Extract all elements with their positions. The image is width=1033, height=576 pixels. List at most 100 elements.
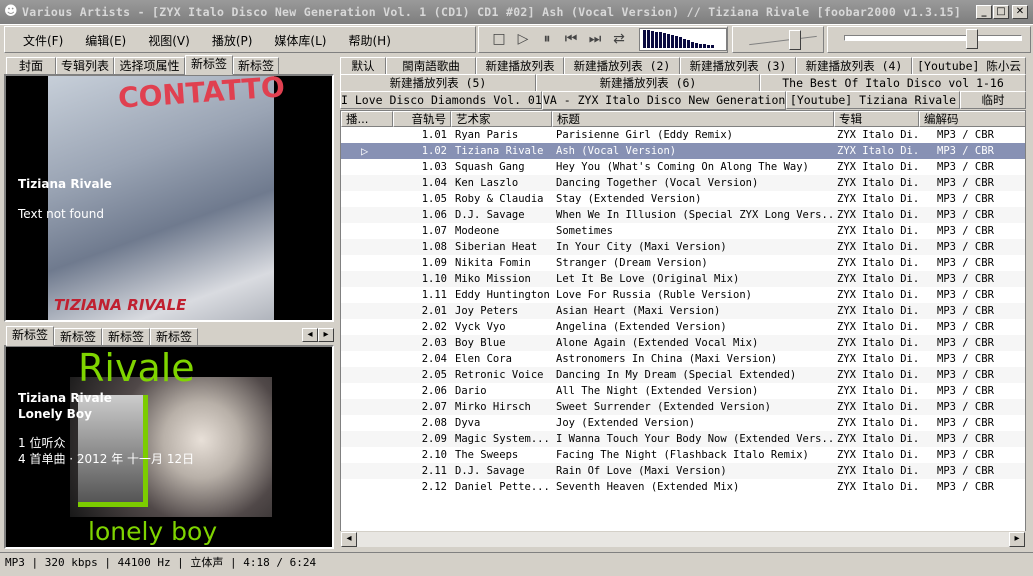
track-title: Let It Be Love (Original Mix) xyxy=(556,273,740,285)
track-row[interactable]: 2.02 Vyck Vyo Angelina (Extended Version) Z… xyxy=(341,319,1025,335)
menu-item[interactable]: 媒体库(L) xyxy=(274,34,326,48)
track-row[interactable]: 1.01 Ryan Paris Parisienne Girl (Eddy Remi… xyxy=(341,127,1025,143)
random-icon[interactable]: ⇄ xyxy=(607,31,631,47)
pause-icon[interactable]: ⏸ xyxy=(535,31,559,47)
track-row[interactable]: 1.07 Modeone Sometimes ZYX Italo Di... MP3 /… xyxy=(341,223,1025,239)
track-row[interactable]: 1.08 Siberian Heat In Your City (Maxi Vers… xyxy=(341,239,1025,255)
playlist-tab[interactable]: 閩南語歌曲 xyxy=(386,57,476,75)
tab-new[interactable]: 选择项属性 xyxy=(114,57,185,75)
playlist-tab[interactable]: 默认 xyxy=(340,57,386,75)
playlist-tab[interactable]: 临时 xyxy=(960,91,1026,109)
playlist-tab[interactable]: 新建播放列表 (5) xyxy=(340,74,536,92)
cover-art-caption: TIZIANA RIVALE xyxy=(54,296,187,314)
track-artist: Miko Mission xyxy=(455,273,531,285)
column-header-title[interactable]: 标题 xyxy=(552,111,834,127)
stop-icon[interactable]: □ xyxy=(487,31,511,47)
track-row[interactable]: 2.06 Dario All The Night (Extended Version… xyxy=(341,383,1025,399)
track-album: ZYX Italo Di... xyxy=(837,273,919,285)
track-row[interactable]: 1.04 Ken Laszlo Dancing Together (Vocal Ve… xyxy=(341,175,1025,191)
playlist-tab[interactable]: 新建播放列表 (6) xyxy=(536,74,760,92)
menu-item[interactable]: 文件(F) xyxy=(23,34,63,48)
track-row[interactable]: 2.07 Mirko Hirsch Sweet Surrender (Extende… xyxy=(341,399,1025,415)
track-number: 2.06 xyxy=(421,385,447,397)
tab-new[interactable]: 封面 xyxy=(6,57,56,75)
tab-active[interactable]: 新标签 xyxy=(185,55,233,75)
menu-item[interactable]: 帮助(H) xyxy=(348,34,390,48)
playlist-tab[interactable]: 新建播放列表 xyxy=(476,57,564,75)
track-name: Lonely Boy xyxy=(18,407,92,421)
scroll-right-button[interactable]: ▸ xyxy=(1009,532,1025,547)
track-row[interactable]: 2.10 The Sweeps Facing The Night (Flashbac… xyxy=(341,447,1025,463)
close-button[interactable]: ✕ xyxy=(1012,5,1028,19)
track-album: ZYX Italo Di... xyxy=(837,145,919,157)
track-row[interactable]: 1.06 D.J. Savage When We In Illusion (Spec… xyxy=(341,207,1025,223)
playlist-tab[interactable]: 新建播放列表 (4) xyxy=(796,57,912,75)
column-header-codec[interactable]: 编解码 xyxy=(919,111,1025,127)
seek-slider[interactable] xyxy=(966,29,979,49)
track-row[interactable]: 1.11 Eddy Huntington Love For Russia (Rubl… xyxy=(341,287,1025,303)
maximize-button[interactable]: □ xyxy=(993,5,1009,19)
tab-new[interactable]: 新标签 xyxy=(54,328,102,346)
menu-item[interactable]: 编辑(E) xyxy=(85,34,126,48)
menu-item[interactable]: 视图(V) xyxy=(148,34,190,48)
tab-new[interactable]: 专辑列表 xyxy=(56,57,114,75)
track-title: Alone Again (Extended Vocal Mix) xyxy=(556,337,759,349)
seek-track[interactable] xyxy=(844,35,1022,41)
track-row[interactable]: 2.01 Joy Peters Asian Heart (Maxi Version)… xyxy=(341,303,1025,319)
column-header-track[interactable]: 音轨号 xyxy=(393,111,451,127)
column-header-playing[interactable]: 播... xyxy=(341,111,393,127)
track-artist: The Sweeps xyxy=(455,449,519,461)
spectrum-bar xyxy=(655,32,658,48)
tab-scroll-right[interactable]: ▸ xyxy=(318,328,334,342)
track-row[interactable]: 2.09 Magic System... I Wanna Touch Your Bo… xyxy=(341,431,1025,447)
track-title: I Wanna Touch Your Body Now (Extended Ve… xyxy=(556,433,832,445)
tab-scroll-left[interactable]: ◂ xyxy=(302,328,318,342)
track-row[interactable]: 2.05 Retronic Voice Dancing In My Dream (S… xyxy=(341,367,1025,383)
scroll-left-button[interactable]: ◂ xyxy=(341,532,357,547)
spectrum-bar xyxy=(683,39,686,48)
playlist-tab[interactable]: [Youtube] Tiziana Rivale xyxy=(786,91,960,109)
track-codec: MP3 / CBR xyxy=(937,465,994,477)
title-bar[interactable]: ☻ Various Artists - [ZYX Italo Disco New… xyxy=(0,0,1033,25)
track-row[interactable]: 2.11 D.J. Savage Rain Of Love (Maxi Versio… xyxy=(341,463,1025,479)
track-row[interactable]: 1.03 Squash Gang Hey You (What's Coming On… xyxy=(341,159,1025,175)
track-album: ZYX Italo Di... xyxy=(837,321,919,333)
column-header-album[interactable]: 专辑 xyxy=(834,111,919,127)
column-header-artist[interactable]: 艺术家 xyxy=(451,111,552,127)
track-album: ZYX Italo Di... xyxy=(837,177,919,189)
spectrum-bar xyxy=(675,36,678,48)
track-number: 1.11 xyxy=(421,289,447,301)
play-icon[interactable]: ▷ xyxy=(511,31,535,47)
tab-new[interactable]: 新标签 xyxy=(102,328,150,346)
playlist-tab[interactable]: 新建播放列表 (2) xyxy=(564,57,680,75)
track-row[interactable]: 1.05 Roby & Claudia Stay (Extended Version… xyxy=(341,191,1025,207)
track-row[interactable]: 2.08 Dyva Joy (Extended Version) ZYX Italo … xyxy=(341,415,1025,431)
track-row[interactable]: 2.03 Boy Blue Alone Again (Extended Vocal … xyxy=(341,335,1025,351)
seek-toolbar xyxy=(827,26,1031,53)
playlist-tab[interactable]: The Best Of Italo Disco vol 1-16 xyxy=(760,74,1026,92)
track-artist: Joy Peters xyxy=(455,305,519,317)
playlist-tab[interactable]: [Youtube] 陈小云 xyxy=(912,57,1026,75)
next-icon[interactable]: ⏭ xyxy=(583,31,607,47)
track-number: 2.11 xyxy=(421,465,447,477)
track-row[interactable]: 1.10 Miko Mission Let It Be Love (Original… xyxy=(341,271,1025,287)
track-row[interactable]: 2.04 Elen Cora Astronomers In China (Maxi … xyxy=(341,351,1025,367)
track-row[interactable]: ▷ 1.02 Tiziana Rivale Ash (Vocal Version) ZY… xyxy=(341,143,1025,159)
playlist-tab[interactable]: VA - ZYX Italo Disco New Generation xyxy=(542,91,786,110)
playlist-tab[interactable]: 新建播放列表 (3) xyxy=(680,57,796,75)
volume-slider[interactable] xyxy=(789,30,801,50)
track-row[interactable]: 2.12 Daniel Pette... Seventh Heaven (Exten… xyxy=(341,479,1025,495)
track-artist: Ken Laszlo xyxy=(455,177,519,189)
track-codec: MP3 / CBR xyxy=(937,353,994,365)
playlist-view[interactable]: 播... 音轨号 艺术家 标题 专辑 编解码 1.01 Ryan Paris Par… xyxy=(340,110,1026,532)
menu-item[interactable]: 播放(P) xyxy=(212,34,253,48)
track-artist: Siberian Heat xyxy=(455,241,538,253)
minimize-button[interactable]: _ xyxy=(976,5,992,19)
playlist-tab[interactable]: I Love Disco Diamonds Vol. 01 xyxy=(340,91,542,109)
track-codec: MP3 / CBR xyxy=(937,433,994,445)
tab-new[interactable]: 新标签 xyxy=(150,328,198,346)
track-row[interactable]: 1.09 Nikita Fomin Stranger (Dream Version)… xyxy=(341,255,1025,271)
previous-icon[interactable]: ⏮ xyxy=(559,31,583,47)
tab-active[interactable]: 新标签 xyxy=(6,326,54,346)
horizontal-scrollbar[interactable]: ◂ ▸ xyxy=(340,531,1026,548)
